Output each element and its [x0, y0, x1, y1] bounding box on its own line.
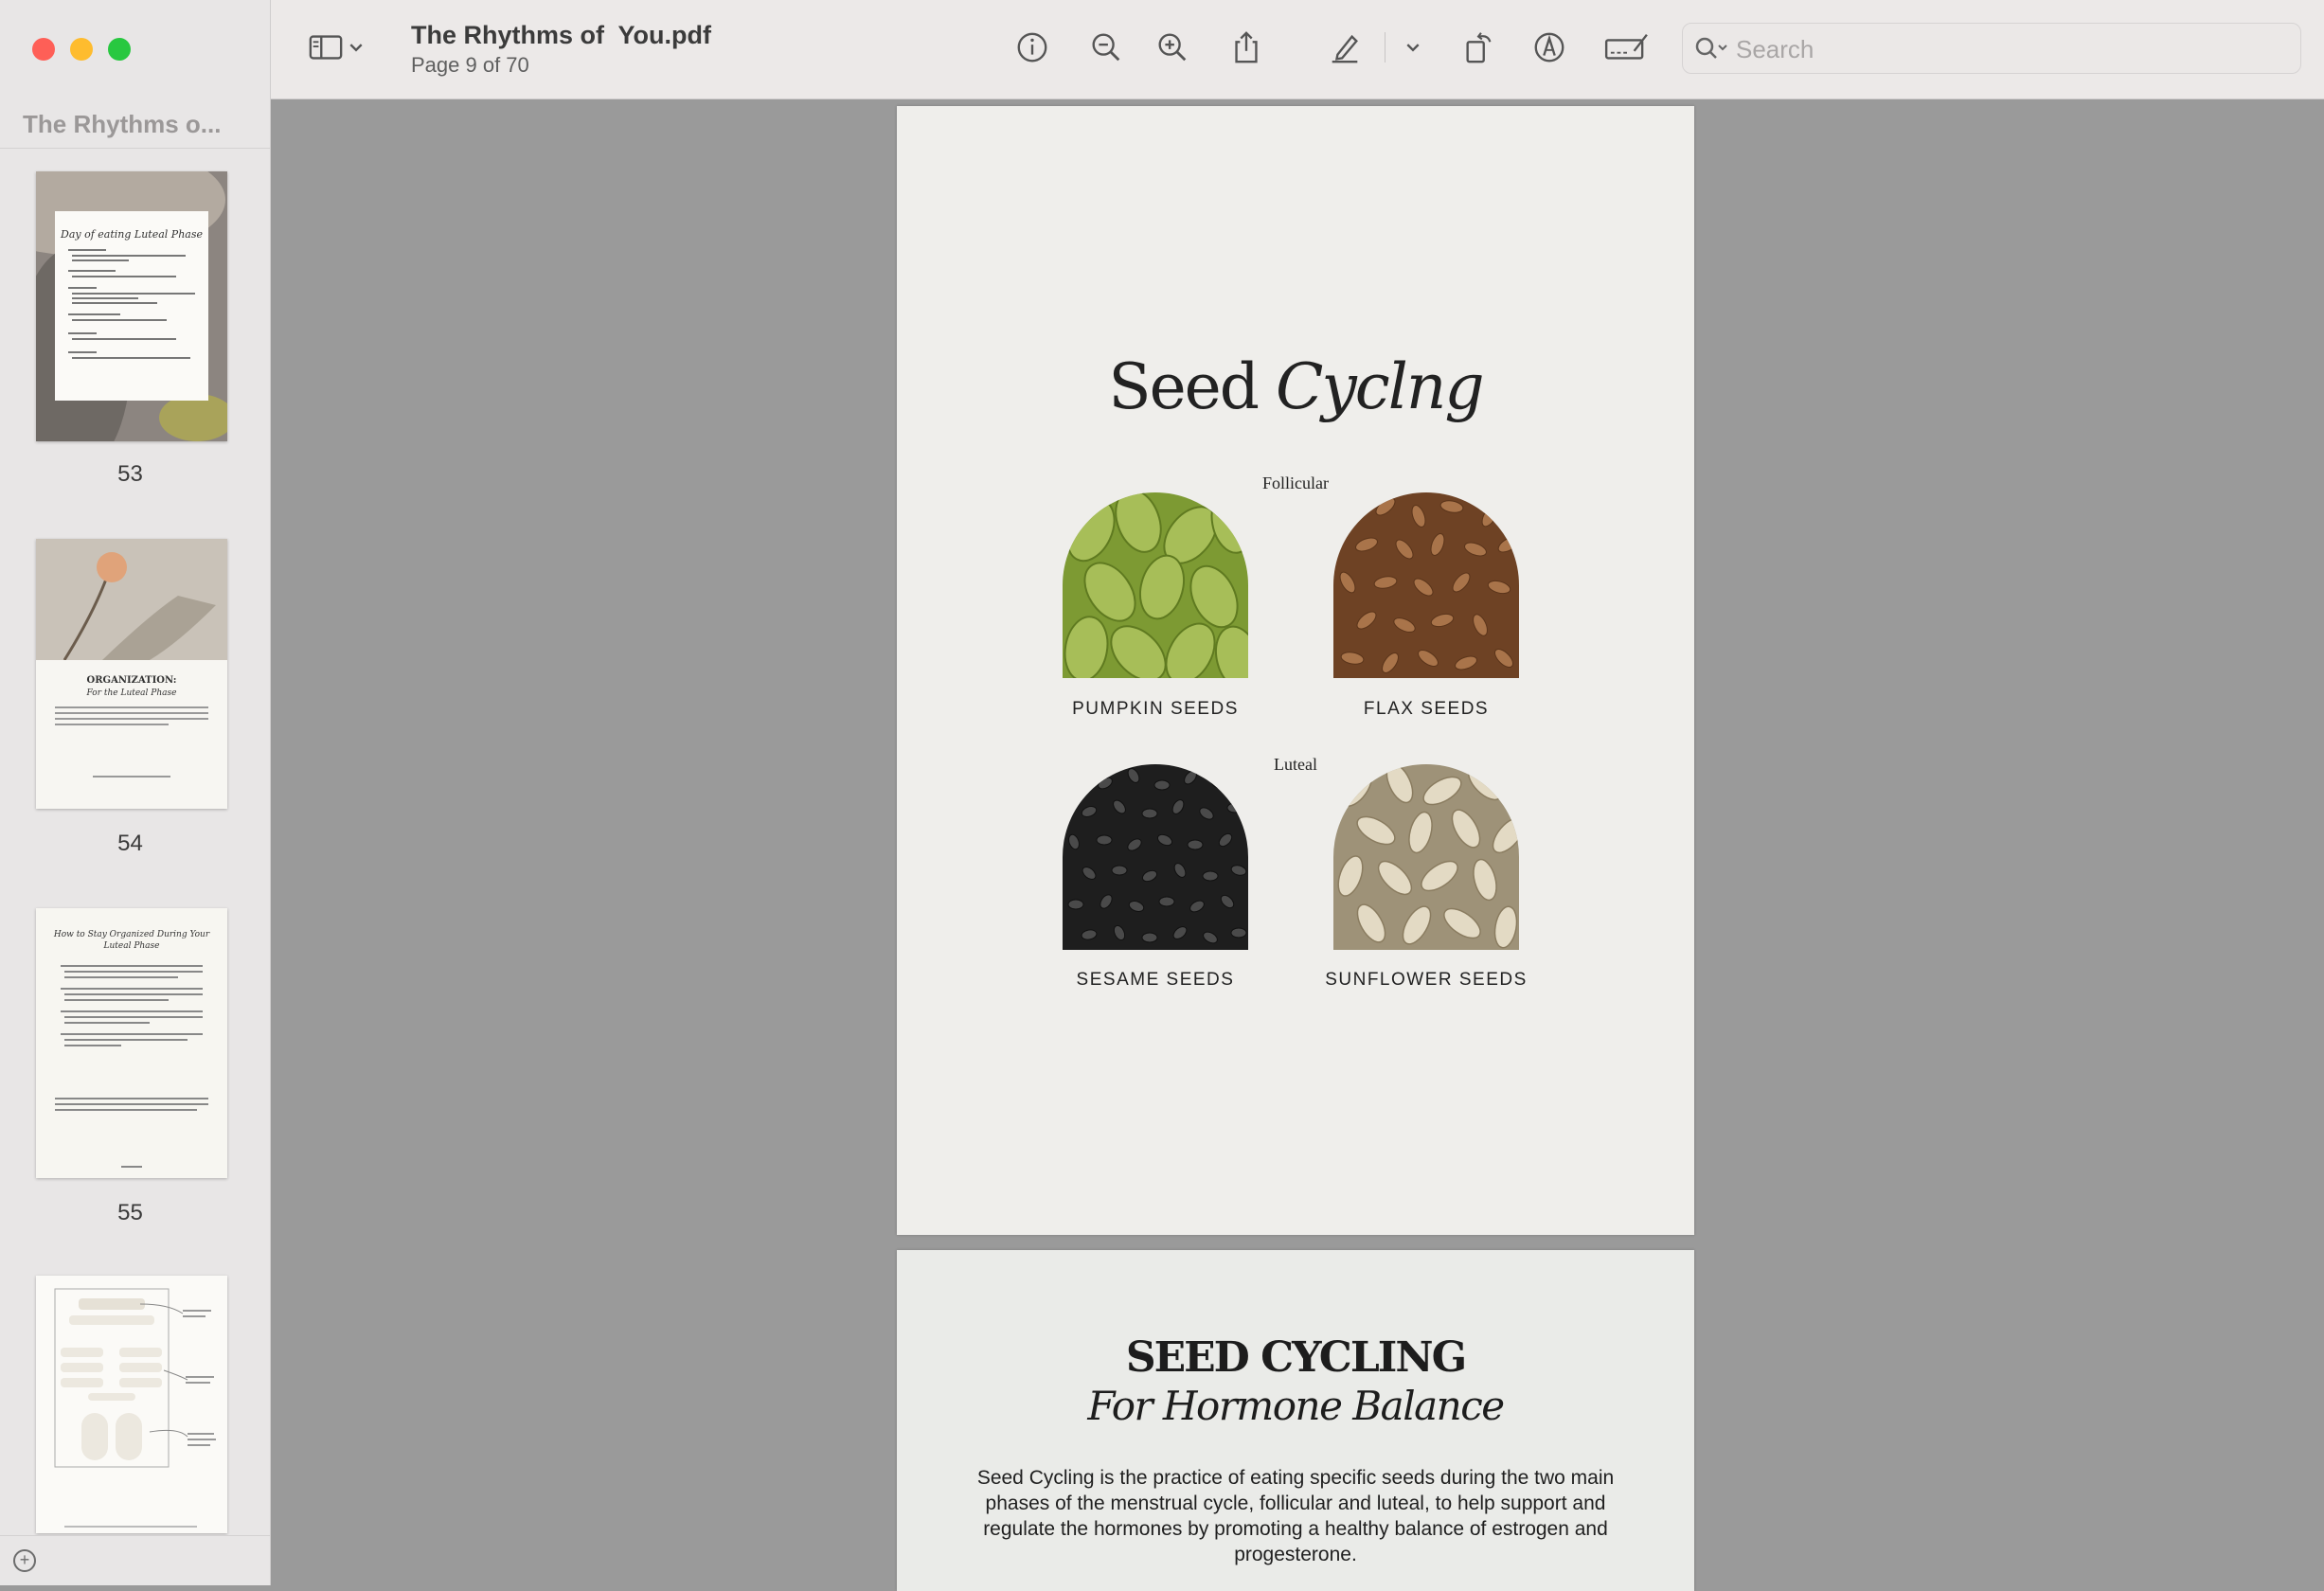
sidebar-divider: [0, 148, 270, 149]
signature-icon: [1604, 33, 1648, 60]
pumpkin-seeds-image: [1063, 492, 1248, 678]
markup-button[interactable]: [1530, 28, 1568, 66]
sidebar-footer: +: [0, 1535, 270, 1585]
minimize-window-button[interactable]: [70, 38, 93, 61]
chevron-down-icon: [349, 44, 363, 52]
signature-button[interactable]: [1602, 28, 1652, 66]
rotate-icon: [1466, 32, 1492, 63]
sidebar-toggle-button[interactable]: [307, 28, 345, 66]
thumbnail-page-number: 54: [117, 831, 143, 856]
sidebar-toggle-icon: [309, 35, 343, 60]
add-page-button[interactable]: +: [13, 1549, 36, 1572]
page-thumbnail-55[interactable]: How to Stay Organized During Your Luteal…: [36, 908, 227, 1178]
zoom-in-button[interactable]: [1153, 28, 1191, 66]
seed-label: FLAX SEEDS: [1363, 699, 1490, 719]
page-body-text: Seed Cycling is the practice of eating s…: [976, 1467, 1615, 1565]
info-icon: [1017, 32, 1047, 63]
zoom-out-icon: [1092, 33, 1120, 62]
page-thumbnail-56[interactable]: [36, 1276, 227, 1533]
sidebar-view-menu[interactable]: [345, 28, 367, 66]
svg-text:How to Stay Organized During Y: How to Stay Organized During Your: [53, 930, 210, 939]
svg-text:Day of eating Luteal Phase: Day of eating Luteal Phase: [60, 228, 203, 241]
thumbnail-image: How to Stay Organized During Your Luteal…: [36, 908, 227, 1178]
phase-label-luteal: Luteal: [1274, 755, 1317, 774]
share-button[interactable]: [1227, 28, 1265, 66]
rotate-button[interactable]: [1460, 28, 1498, 66]
markup-icon: [1534, 32, 1564, 63]
svg-text:For the Luteal Phase: For the Luteal Phase: [86, 688, 177, 698]
chevron-down-icon: [1406, 44, 1420, 52]
highlight-button[interactable]: [1326, 28, 1364, 66]
info-button[interactable]: [1013, 28, 1051, 66]
page-thumbnail-53[interactable]: Day of eating Luteal Phase: [36, 171, 227, 441]
svg-text:Luteal Phase: Luteal Phase: [103, 941, 160, 951]
thumbnail-sidebar: The Rhythms o... Day of eating Luteal Ph…: [0, 0, 271, 1585]
close-window-button[interactable]: [32, 38, 55, 61]
zoom-out-button[interactable]: [1087, 28, 1125, 66]
thumbnail-image: Day of eating Luteal Phase: [36, 171, 227, 441]
flax-seeds-image: [1333, 492, 1519, 678]
svg-text:ORGANIZATION:: ORGANIZATION:: [87, 675, 177, 686]
page-title: SEED CYCLING: [1125, 1333, 1467, 1382]
highlight-pen-icon: [1332, 34, 1358, 63]
page-indicator: Page 9 of 70: [411, 53, 529, 77]
toolbar: The Rhythms of You.pdf Page 9 of 70: [271, 0, 2324, 99]
document-title: The Rhythms of You.pdf: [411, 21, 711, 49]
highlight-style-menu[interactable]: [1402, 28, 1424, 66]
page-title: Seed Cyclng: [897, 350, 1694, 423]
thumbnail-page-number: 55: [117, 1200, 143, 1225]
page-thumbnail-54[interactable]: ORGANIZATION: For the Luteal Phase: [36, 539, 227, 809]
seed-label: SUNFLOWER SEEDS: [1325, 970, 1528, 990]
search-input[interactable]: [1734, 31, 2287, 67]
thumbnail-image: [36, 1276, 227, 1533]
thumbnail-image: ORGANIZATION: For the Luteal Phase: [36, 539, 227, 809]
pdf-page-seed-cycling: Seed Cyclng Follicular PUMPKIN SEEDS FLA…: [897, 106, 1694, 1235]
seed-label: PUMPKIN SEEDS: [1072, 699, 1239, 719]
thumbnail-page-number: 53: [117, 461, 143, 487]
page-subtitle: For Hormone Balance: [1087, 1383, 1505, 1429]
sidebar-document-title: The Rhythms o...: [23, 110, 222, 138]
sunflower-seeds-image: [1333, 764, 1519, 950]
sesame-seeds-image: [1063, 764, 1248, 950]
search-field[interactable]: [1682, 23, 2301, 74]
title-italic: Cyclng: [1275, 350, 1485, 423]
zoom-window-button[interactable]: [108, 38, 131, 61]
phase-label-follicular: Follicular: [1262, 474, 1329, 492]
title-regular: Seed: [1108, 350, 1276, 423]
search-icon: [1695, 37, 1727, 59]
share-icon: [1235, 31, 1258, 63]
pdf-page-seed-cycling-hormone-balance: SEED CYCLING For Hormone Balance Seed Cy…: [897, 1250, 1694, 1591]
window-controls: [32, 38, 131, 61]
zoom-in-icon: [1158, 33, 1187, 62]
seed-label: SESAME SEEDS: [1076, 970, 1235, 990]
